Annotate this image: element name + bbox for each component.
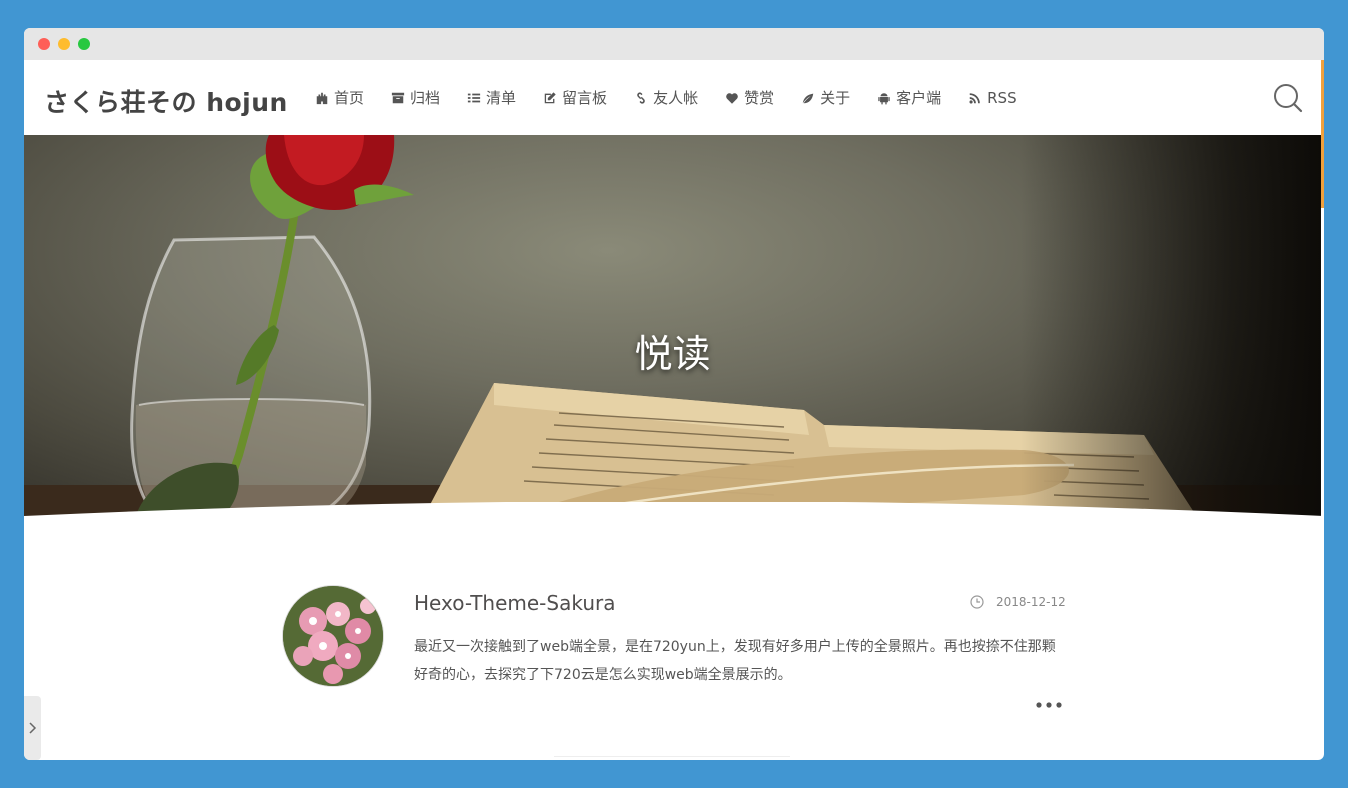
android-icon	[876, 90, 892, 106]
menu-item-rss[interactable]: RSS	[967, 88, 1017, 107]
menu-item-guestbook[interactable]: 留言板	[542, 87, 607, 108]
sidebar-toggle[interactable]	[24, 696, 41, 760]
minimize-window-button[interactable]	[58, 38, 70, 50]
scroll-indicator	[1321, 60, 1324, 208]
post-thumbnail[interactable]	[282, 585, 384, 687]
menu-item-archive[interactable]: 归档	[390, 87, 440, 108]
post-title[interactable]: Hexo-Theme-Sakura	[414, 591, 615, 615]
rss-icon	[967, 90, 983, 106]
menu-item-label: 赞赏	[744, 89, 775, 107]
menu-item-label: 归档	[410, 89, 441, 107]
leaf-icon	[800, 90, 816, 106]
menu-item-client[interactable]: 客户端	[876, 87, 941, 108]
maximize-window-button[interactable]	[78, 38, 90, 50]
main-menu: 首页 归档 清单 留言板 友人帐 赞赏 关于 客户端 RSS	[314, 60, 1043, 135]
chevron-right-icon	[29, 722, 37, 734]
post-date: 2018-12-12	[970, 595, 1066, 609]
banner-wave-divider	[24, 502, 1324, 542]
heart-icon	[724, 90, 740, 106]
menu-item-list[interactable]: 清单	[466, 87, 516, 108]
search-icon	[1274, 84, 1303, 113]
link-icon	[633, 90, 649, 106]
post-divider	[554, 756, 790, 757]
menu-item-label: 客户端	[896, 89, 942, 107]
menu-item-label: 友人帐	[653, 89, 699, 107]
clock-icon	[970, 595, 984, 609]
menu-item-label: 首页	[334, 89, 365, 107]
window-titlebar	[24, 28, 1324, 60]
site-header: さくら荘その hojun 首页 归档 清单 留言板 友人帐 赞赏 关于 客户端 …	[24, 60, 1324, 135]
menu-item-friends[interactable]: 友人帐	[633, 87, 698, 108]
menu-item-label: 关于	[820, 89, 851, 107]
site-title[interactable]: さくら荘その hojun	[44, 83, 288, 119]
post-excerpt: 最近又一次接触到了web端全景，是在720yun上，发现有好多用户上传的全景照片…	[414, 639, 1056, 683]
edit-icon	[542, 90, 558, 106]
flowers-thumbnail-image	[283, 586, 383, 686]
menu-item-label: RSS	[987, 88, 1017, 107]
archive-icon	[390, 90, 406, 106]
menu-item-home[interactable]: 首页	[314, 87, 364, 108]
fort-icon	[314, 90, 330, 106]
browser-window: さくら荘その hojun 首页 归档 清单 留言板 友人帐 赞赏 关于 客户端 …	[24, 28, 1324, 760]
list-icon	[466, 90, 482, 106]
hero-banner: 悦读	[24, 135, 1321, 520]
banner-title: 悦读	[634, 332, 711, 376]
post-date-text: 2018-12-12	[996, 595, 1066, 609]
menu-item-about[interactable]: 关于	[800, 87, 850, 108]
more-dots-icon[interactable]	[1035, 700, 1065, 710]
menu-item-label: 留言板	[562, 89, 608, 107]
search-button[interactable]	[1272, 82, 1304, 114]
post-card: Hexo-Theme-Sakura 2018-12-12 最近又一次接触到了we…	[282, 583, 1066, 753]
close-window-button[interactable]	[38, 38, 50, 50]
menu-item-label: 清单	[486, 89, 517, 107]
menu-item-donate[interactable]: 赞赏	[724, 87, 774, 108]
